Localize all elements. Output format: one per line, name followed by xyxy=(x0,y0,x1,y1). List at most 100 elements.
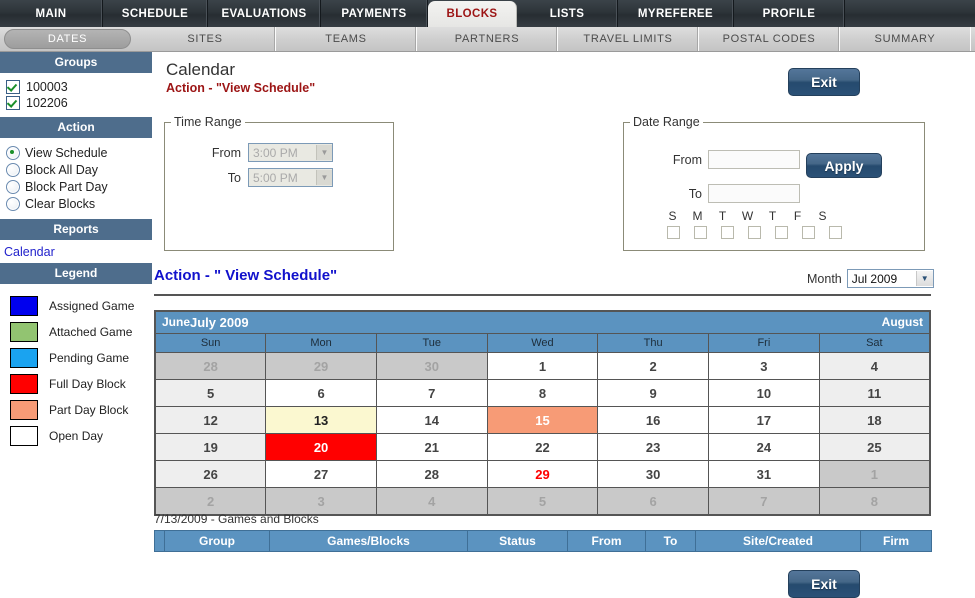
nav-tab-lists[interactable]: LISTS xyxy=(517,0,618,27)
date-from-input[interactable] xyxy=(708,150,800,169)
legend-label: Full Day Block xyxy=(49,377,126,391)
calendar-day-cell[interactable]: 24 xyxy=(708,433,820,461)
subnav-tab-sites[interactable]: SITES xyxy=(135,27,276,51)
group-checkbox-row[interactable]: 100003 xyxy=(6,80,152,94)
date-to-input[interactable] xyxy=(708,184,800,203)
calendar-day-cell[interactable]: 14 xyxy=(375,406,488,434)
calendar-day-cell[interactable]: 22 xyxy=(486,433,599,461)
dow-label: T xyxy=(718,209,727,223)
calendar-title: July 2009 xyxy=(190,315,249,330)
calendar-day-cell[interactable]: 3 xyxy=(708,352,820,380)
checkbox-icon[interactable] xyxy=(6,80,20,94)
calendar-day-cell[interactable]: 25 xyxy=(818,433,931,461)
calendar-day-cell[interactable]: 7 xyxy=(375,379,488,407)
radio-icon[interactable] xyxy=(6,197,20,211)
calendar-day-cell[interactable]: 11 xyxy=(818,379,931,407)
calendar-week-row: 26 27 28 29 30 31 1 xyxy=(154,460,931,488)
group-checkbox-row[interactable]: 102206 xyxy=(6,96,152,110)
dow-checkbox-sat[interactable] xyxy=(829,226,842,239)
calendar-day-cell[interactable]: 17 xyxy=(708,406,820,434)
calendar-day-cell[interactable]: 4 xyxy=(818,352,931,380)
games-table-col-spacer xyxy=(154,530,165,552)
exit-button-top[interactable]: Exit xyxy=(788,68,860,96)
dow-checkbox-tue[interactable] xyxy=(721,226,734,239)
dow-checkbox-fri[interactable] xyxy=(802,226,815,239)
legend-label: Open Day xyxy=(49,429,104,443)
radio-icon[interactable] xyxy=(6,146,20,160)
calendar-day-cell[interactable]: 16 xyxy=(597,406,710,434)
games-table-col-site-created[interactable]: Site/Created xyxy=(695,530,861,552)
subnav-tab-summary[interactable]: SUMMARY xyxy=(840,27,971,51)
calendar-day-cell[interactable]: 1 xyxy=(486,352,599,380)
report-link-calendar[interactable]: Calendar xyxy=(0,241,152,263)
time-from-select[interactable]: 3:00 PM ▼ xyxy=(248,143,333,162)
calendar-day-cell[interactable]: 23 xyxy=(597,433,710,461)
games-table-col-firm[interactable]: Firm xyxy=(860,530,932,552)
calendar-day-cell[interactable]: 29 xyxy=(486,460,599,488)
apply-button[interactable]: Apply xyxy=(806,153,882,178)
calendar-day-cell[interactable]: 9 xyxy=(597,379,710,407)
action-option-block-part-day[interactable]: Block Part Day xyxy=(6,180,152,194)
subnav-tab-dates[interactable]: DATES xyxy=(4,29,131,49)
calendar-day-cell[interactable]: 10 xyxy=(708,379,820,407)
calendar-day-cell[interactable]: 8 xyxy=(486,379,599,407)
action-option-label: View Schedule xyxy=(25,146,108,160)
sidebar-section-groups-title: Groups xyxy=(0,52,152,74)
nav-tab-profile[interactable]: PROFILE xyxy=(734,0,845,27)
calendar-day-cell[interactable]: 31 xyxy=(708,460,820,488)
calendar-day-cell[interactable]: 20 xyxy=(265,433,377,461)
games-table-col-status[interactable]: Status xyxy=(467,530,568,552)
calendar-day-cell[interactable]: 21 xyxy=(375,433,488,461)
radio-icon[interactable] xyxy=(6,180,20,194)
subnav-tab-partners[interactable]: PARTNERS xyxy=(417,27,558,51)
dow-checkbox-mon[interactable] xyxy=(694,226,707,239)
calendar-day-cell[interactable]: 13 xyxy=(265,406,377,434)
dow-label: M xyxy=(692,209,703,223)
calendar-day-cell[interactable]: 12 xyxy=(154,406,267,434)
nav-tab-schedule[interactable]: SCHEDULE xyxy=(103,0,208,27)
month-select[interactable]: Jul 2009 ▼ xyxy=(846,269,934,288)
calendar-day-cell[interactable]: 27 xyxy=(265,460,377,488)
time-to-select[interactable]: 5:00 PM ▼ xyxy=(248,168,333,187)
chevron-down-icon: ▼ xyxy=(915,271,933,286)
action-option-clear-blocks[interactable]: Clear Blocks xyxy=(6,197,152,211)
calendar-day-cell[interactable]: 6 xyxy=(265,379,377,407)
calendar-day-cell[interactable]: 28 xyxy=(375,460,488,488)
legend-item: Open Day xyxy=(10,426,152,446)
games-table-col-group[interactable]: Group xyxy=(164,530,270,552)
subnav-tab-label: POSTAL CODES xyxy=(722,33,816,45)
calendar-day-cell[interactable]: 15 xyxy=(486,406,599,434)
action-option-block-all-day[interactable]: Block All Day xyxy=(6,163,152,177)
dow-checkbox-sun[interactable] xyxy=(667,226,680,239)
prev-month-link[interactable]: June xyxy=(162,315,190,329)
nav-tab-blocks[interactable]: BLOCKS xyxy=(428,1,517,27)
legend-item: Part Day Block xyxy=(10,400,152,420)
calendar-day-cell[interactable]: 2 xyxy=(597,352,710,380)
legend-swatch-part-day-block xyxy=(10,400,38,420)
legend-item: Pending Game xyxy=(10,348,152,368)
dow-checkbox-thu[interactable] xyxy=(775,226,788,239)
next-month-link[interactable]: August xyxy=(882,315,923,329)
dow-checkbox-wed[interactable] xyxy=(748,226,761,239)
action-option-label: Block Part Day xyxy=(25,180,108,194)
subnav-tab-postal-codes[interactable]: POSTAL CODES xyxy=(699,27,840,51)
nav-tab-payments[interactable]: PAYMENTS xyxy=(321,0,428,27)
games-table-col-to[interactable]: To xyxy=(645,530,696,552)
nav-tab-myreferee[interactable]: MYREFEREE xyxy=(618,0,734,27)
calendar-day-cell[interactable]: 18 xyxy=(818,406,931,434)
radio-icon[interactable] xyxy=(6,163,20,177)
exit-button-bottom[interactable]: Exit xyxy=(788,570,860,598)
checkbox-icon[interactable] xyxy=(6,96,20,110)
calendar-day-cell[interactable]: 5 xyxy=(154,379,267,407)
calendar-day-cell[interactable]: 19 xyxy=(154,433,267,461)
subnav-tab-travel-limits[interactable]: TRAVEL LIMITS xyxy=(558,27,699,51)
subnav-tab-teams[interactable]: TEAMS xyxy=(276,27,417,51)
games-table-col-from[interactable]: From xyxy=(567,530,646,552)
nav-tab-evaluations[interactable]: EVALUATIONS xyxy=(208,0,321,27)
dow-checkbox-row xyxy=(660,226,924,239)
nav-tab-main[interactable]: MAIN xyxy=(0,0,103,27)
calendar-day-cell[interactable]: 30 xyxy=(597,460,710,488)
action-option-view-schedule[interactable]: View Schedule xyxy=(6,146,152,160)
calendar-day-cell[interactable]: 26 xyxy=(154,460,267,488)
games-table-col-games-blocks[interactable]: Games/Blocks xyxy=(269,530,468,552)
